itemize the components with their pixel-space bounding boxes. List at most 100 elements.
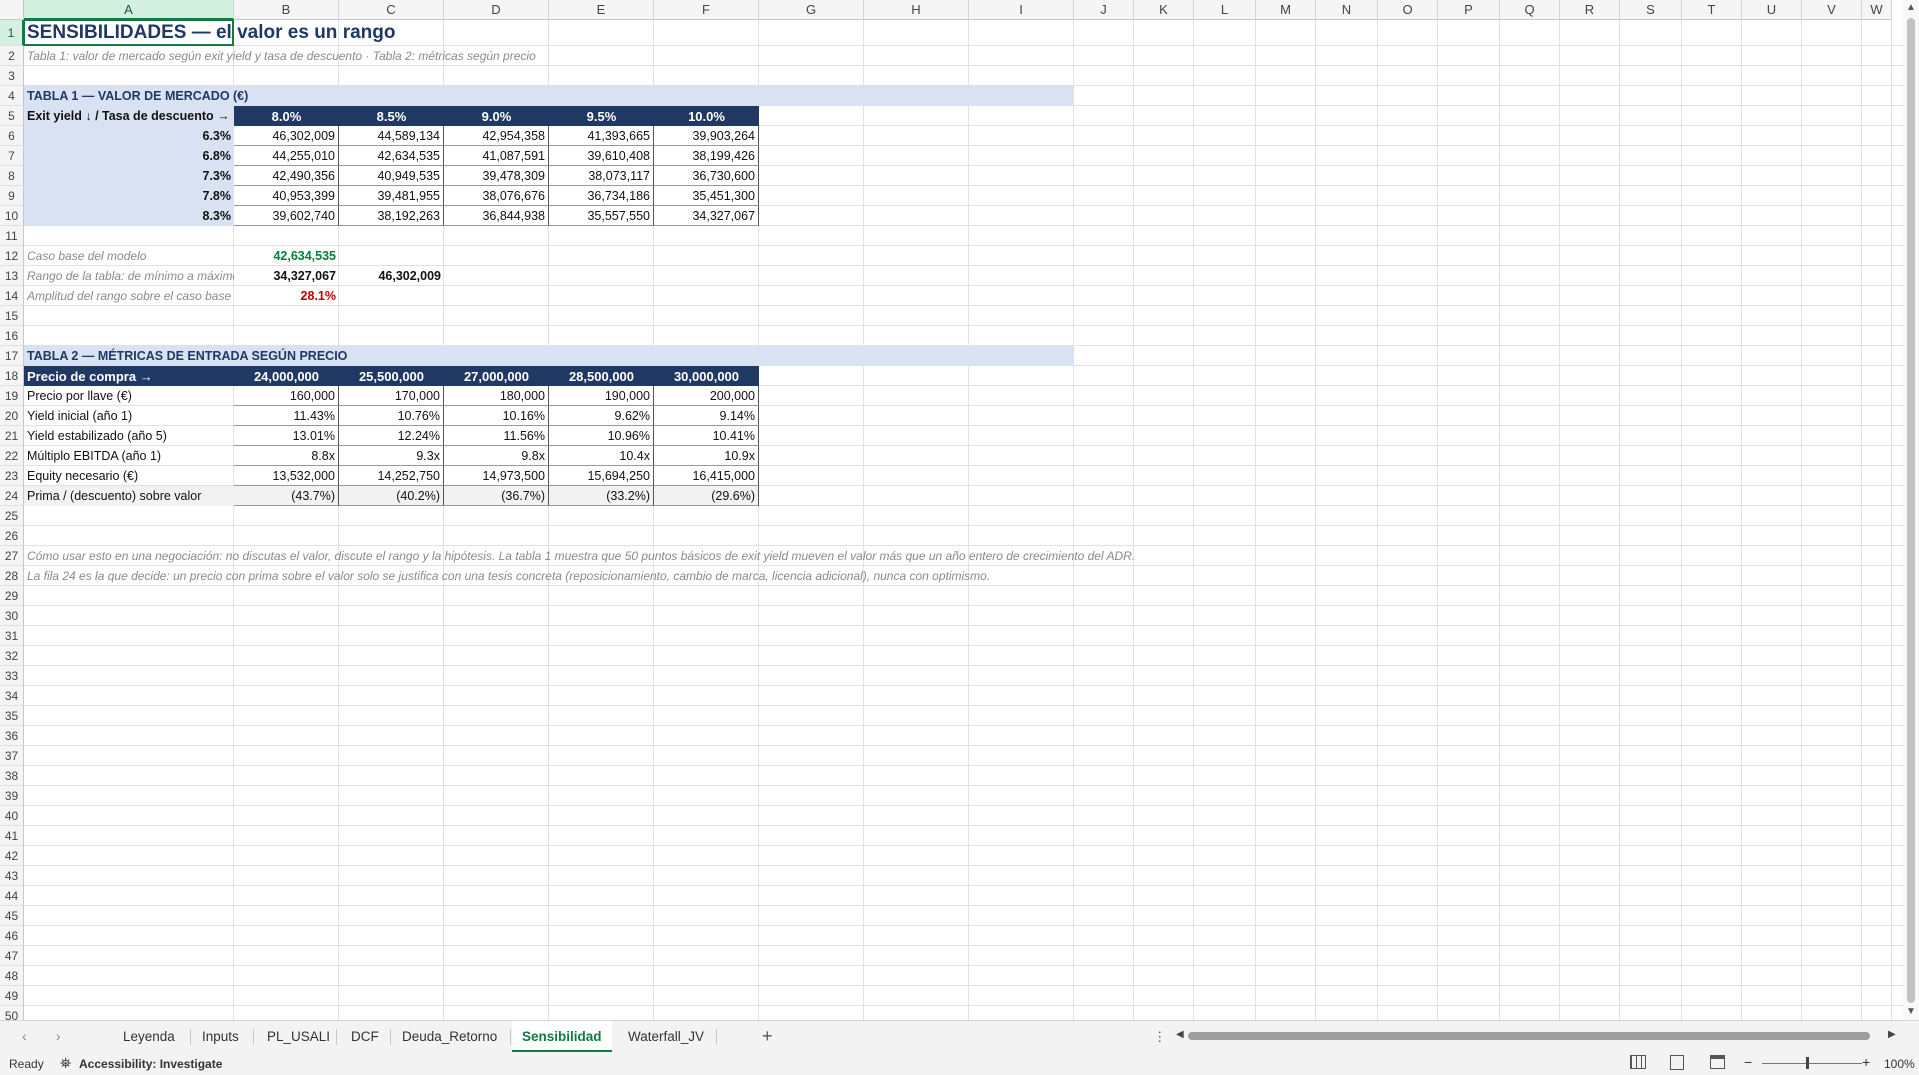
- metric-value-cell[interactable]: 15,694,250: [549, 466, 654, 486]
- column-header-s[interactable]: S: [1620, 0, 1682, 20]
- tab-pl-usali[interactable]: PL_USALI: [257, 1021, 340, 1052]
- exit-yield-label[interactable]: 6.8%: [24, 146, 234, 166]
- accessibility-icon[interactable]: ⛯: [60, 1055, 71, 1072]
- column-header-g[interactable]: G: [759, 0, 864, 20]
- metric-label[interactable]: Equity necesario (€): [24, 466, 234, 486]
- table1-value-cell[interactable]: 34,327,067: [654, 206, 759, 226]
- row-header-35[interactable]: 35: [0, 706, 24, 726]
- row-header-32[interactable]: 32: [0, 646, 24, 666]
- column-header-w[interactable]: W: [1862, 0, 1892, 20]
- row-header-43[interactable]: 43: [0, 866, 24, 886]
- tab-scroll-right-icon[interactable]: ›: [52, 1021, 65, 1052]
- table1-value-cell[interactable]: 40,953,399: [234, 186, 339, 206]
- purchase-price-header[interactable]: 28,500,000: [549, 366, 654, 386]
- horizontal-scrollbar[interactable]: ◀ ▶: [1176, 1029, 1900, 1042]
- metric-value-cell[interactable]: 190,000: [549, 386, 654, 406]
- table1-value-cell[interactable]: 38,073,117: [549, 166, 654, 186]
- row-header-37[interactable]: 37: [0, 746, 24, 766]
- column-header-d[interactable]: D: [444, 0, 549, 20]
- table1-value-cell[interactable]: 38,192,263: [339, 206, 444, 226]
- metric-value-cell[interactable]: 160,000: [234, 386, 339, 406]
- row-header-18[interactable]: 18: [0, 366, 24, 386]
- vertical-scrollbar[interactable]: ▲ ▼: [1903, 0, 1919, 1020]
- exit-yield-label[interactable]: 7.3%: [24, 166, 234, 186]
- table1-value-cell[interactable]: 39,610,408: [549, 146, 654, 166]
- row-header-26[interactable]: 26: [0, 526, 24, 546]
- row-header-3[interactable]: 3: [0, 66, 24, 86]
- column-header-p[interactable]: P: [1438, 0, 1500, 20]
- row-header-12[interactable]: 12: [0, 246, 24, 266]
- metric-label[interactable]: Precio por llave (€): [24, 386, 234, 406]
- row-header-24[interactable]: 24: [0, 486, 24, 506]
- row-header-36[interactable]: 36: [0, 726, 24, 746]
- metric-value-cell[interactable]: 10.41%: [654, 426, 759, 446]
- row-header-34[interactable]: 34: [0, 686, 24, 706]
- table1-value-cell[interactable]: 36,730,600: [654, 166, 759, 186]
- tab-inputs[interactable]: Inputs: [192, 1021, 249, 1052]
- purchase-price-header[interactable]: 27,000,000: [444, 366, 549, 386]
- metric-value-cell[interactable]: 200,000: [654, 386, 759, 406]
- horizontal-scroll-thumb[interactable]: [1188, 1032, 1870, 1040]
- page-break-preview-icon[interactable]: [1710, 1055, 1725, 1069]
- metric-value-cell[interactable]: 10.96%: [549, 426, 654, 446]
- row-header-4[interactable]: 4: [0, 86, 24, 106]
- metric-label[interactable]: Prima / (descuento) sobre valor: [24, 486, 234, 506]
- discount-rate-header[interactable]: 10.0%: [654, 106, 759, 126]
- column-header-j[interactable]: J: [1074, 0, 1134, 20]
- add-sheet-icon[interactable]: +: [752, 1021, 783, 1052]
- table1-value-cell[interactable]: 44,589,134: [339, 126, 444, 146]
- column-header-o[interactable]: O: [1378, 0, 1438, 20]
- column-header-h[interactable]: H: [864, 0, 969, 20]
- row-header-39[interactable]: 39: [0, 786, 24, 806]
- column-header-m[interactable]: M: [1256, 0, 1316, 20]
- zoom-level[interactable]: 100%: [1884, 1057, 1915, 1071]
- tab-deuda-retorno[interactable]: Deuda_Retorno: [392, 1021, 507, 1052]
- tab-dcf[interactable]: DCF: [341, 1021, 389, 1052]
- range-min-value[interactable]: 34,327,067: [234, 266, 339, 286]
- metric-value-cell[interactable]: 14,252,750: [339, 466, 444, 486]
- metric-label[interactable]: Múltiplo EBITDA (año 1): [24, 446, 234, 466]
- row-header-25[interactable]: 25: [0, 506, 24, 526]
- vertical-scroll-thumb[interactable]: [1907, 18, 1915, 1003]
- row-header-21[interactable]: 21: [0, 426, 24, 446]
- range-label[interactable]: Rango de la tabla: de mínimo a máximo: [24, 266, 234, 286]
- purchase-price-label[interactable]: Precio de compra →: [24, 366, 234, 386]
- metric-value-cell[interactable]: 180,000: [444, 386, 549, 406]
- row-header-23[interactable]: 23: [0, 466, 24, 486]
- exit-yield-label[interactable]: 8.3%: [24, 206, 234, 226]
- column-header-l[interactable]: L: [1194, 0, 1256, 20]
- tab-sensibilidad[interactable]: Sensibilidad: [512, 1021, 612, 1052]
- row-header-30[interactable]: 30: [0, 606, 24, 626]
- column-header-v[interactable]: V: [1802, 0, 1862, 20]
- exit-yield-label[interactable]: 7.8%: [24, 186, 234, 206]
- row-header-44[interactable]: 44: [0, 886, 24, 906]
- discount-rate-header[interactable]: 8.0%: [234, 106, 339, 126]
- discount-rate-header[interactable]: 9.0%: [444, 106, 549, 126]
- page-layout-icon[interactable]: [1670, 1055, 1684, 1070]
- sheet-title[interactable]: SENSIBILIDADES — el valor es un rango: [24, 20, 549, 46]
- metric-value-cell[interactable]: 170,000: [339, 386, 444, 406]
- row-header-1[interactable]: 1: [0, 20, 24, 46]
- table1-value-cell[interactable]: 41,393,665: [549, 126, 654, 146]
- tab-scroll-left-icon[interactable]: ‹: [18, 1021, 31, 1052]
- row-header-33[interactable]: 33: [0, 666, 24, 686]
- row-header-5[interactable]: 5: [0, 106, 24, 126]
- tab-waterfall-jv[interactable]: Waterfall_JV: [618, 1021, 714, 1052]
- metric-value-cell[interactable]: 11.43%: [234, 406, 339, 426]
- column-header-n[interactable]: N: [1316, 0, 1378, 20]
- metric-value-cell[interactable]: (43.7%): [234, 486, 339, 506]
- row-header-17[interactable]: 17: [0, 346, 24, 366]
- row-header-31[interactable]: 31: [0, 626, 24, 646]
- column-header-b[interactable]: B: [234, 0, 339, 20]
- row-header-11[interactable]: 11: [0, 226, 24, 246]
- table1-value-cell[interactable]: 38,076,676: [444, 186, 549, 206]
- table1-value-cell[interactable]: 44,255,010: [234, 146, 339, 166]
- note-negotiation[interactable]: Cómo usar esto en una negociación: no di…: [24, 546, 1256, 566]
- scroll-right-icon[interactable]: ▶: [1888, 1029, 1896, 1040]
- table1-value-cell[interactable]: 41,087,591: [444, 146, 549, 166]
- metric-label[interactable]: Yield inicial (año 1): [24, 406, 234, 426]
- metric-value-cell[interactable]: 16,415,000: [654, 466, 759, 486]
- row-header-6[interactable]: 6: [0, 126, 24, 146]
- row-header-41[interactable]: 41: [0, 826, 24, 846]
- column-header-k[interactable]: K: [1134, 0, 1194, 20]
